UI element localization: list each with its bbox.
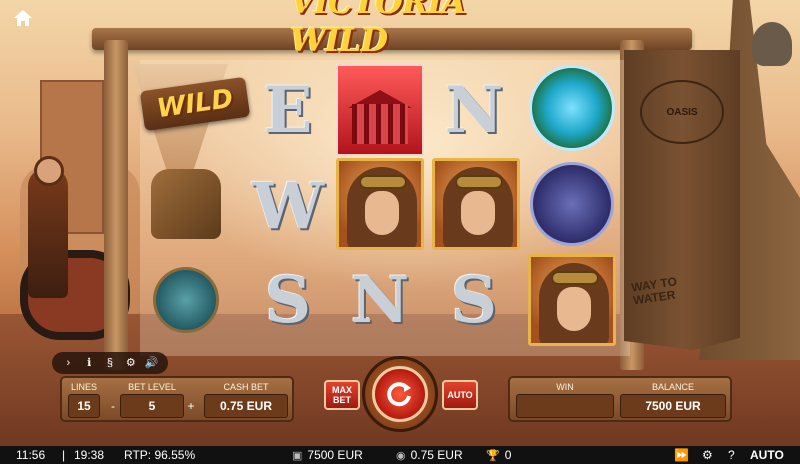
reel-cell [526, 158, 618, 250]
status-wins-value: 0 [504, 448, 512, 462]
reel-cell [526, 62, 618, 154]
rider-head [34, 156, 64, 186]
reel-cell [140, 158, 232, 250]
balance-label: BALANCE [651, 382, 695, 392]
settings-status-icon[interactable]: ⚙ [702, 446, 713, 464]
reel-cell: N [334, 254, 426, 346]
reel-cell: S [242, 254, 334, 346]
lines-label: LINES [70, 382, 97, 392]
status-balance-value: 7500 EUR [307, 448, 363, 462]
reel-cell [430, 158, 522, 250]
bet-minus-button[interactable]: - [106, 394, 120, 418]
rtp: RTP: 96.55% [124, 448, 196, 462]
balance-value: 7500 EUR [620, 394, 726, 418]
bet-level-value: 5 [120, 394, 184, 418]
reel-cell [334, 158, 426, 250]
reel-cell: S [428, 254, 520, 346]
symbol-letter-e: E [263, 72, 313, 148]
auto-button[interactable]: AUTO [442, 380, 478, 410]
reel-cell [140, 254, 232, 346]
banner-oasis-label: OASIS [640, 80, 724, 144]
max-bet-button[interactable]: MAX BET [324, 380, 360, 410]
settings-icon[interactable]: ⚙ [124, 356, 138, 370]
reel-cell [526, 254, 618, 346]
trophy-icon: 🏆 [486, 449, 500, 462]
wild-label: WILD [155, 83, 235, 125]
symbol-letter-w: W [252, 168, 324, 244]
reel-cell [334, 64, 426, 156]
menu-strip: › ℹ § ⚙ 🔊 [52, 352, 168, 374]
spin-button[interactable] [372, 366, 428, 422]
status-bar: 11:56 | 19:38 RTP: 96.55% ▣ 7500 EUR ◉ 0… [0, 446, 800, 464]
reel-cell: E [242, 64, 334, 156]
oasis-icon [529, 65, 615, 151]
flask-icon [153, 267, 219, 333]
cash-bet-value: 0.75 EUR [204, 394, 288, 418]
symbol-letter-n: N [444, 72, 504, 148]
session-time: 19:38 [74, 448, 105, 462]
sound-icon[interactable]: 🔊 [145, 356, 159, 370]
reel-cell: W [242, 160, 334, 252]
symbol-letter-n: N [350, 262, 410, 338]
bet-plus-button[interactable]: + [184, 394, 198, 418]
help-button[interactable]: ? [728, 446, 735, 464]
status-wins: 🏆 0 [486, 446, 511, 464]
speed-icon[interactable]: ⏩ [674, 446, 689, 464]
coins-icon: ◉ [396, 449, 406, 462]
win-balance-panel: WIN BALANCE 7500 EUR [508, 376, 732, 422]
vulture [752, 22, 792, 66]
session-divider: | [62, 448, 66, 462]
bet-level-label: BET LEVEL [128, 382, 176, 392]
reel-cell: N [428, 64, 520, 156]
bet-panel: LINES 15 BET LEVEL - 5 + CASH BET 0.75 E… [60, 376, 294, 422]
status-bet: ◉ 0.75 EUR [396, 446, 463, 464]
win-value [516, 394, 614, 418]
explorer-woman-icon [336, 158, 424, 250]
symbol-letter-s: S [264, 262, 312, 338]
info-icon[interactable]: ℹ [82, 356, 96, 370]
lines-value[interactable]: 15 [68, 394, 100, 418]
win-label: WIN [556, 382, 574, 392]
spin-button-ring [362, 356, 438, 432]
status-balance: ▣ 7500 EUR [292, 446, 363, 464]
game-stage: VICTORIA WILD WILD E W S N N S OASIS WAY… [0, 0, 800, 464]
wallet-icon: ▣ [292, 449, 303, 462]
expand-menu-icon[interactable]: › [61, 356, 75, 370]
game-logo: VICTORIA WILD [290, 0, 466, 59]
cash-bet-label: CASH BET [223, 382, 269, 392]
symbol-letter-s: S [450, 262, 498, 338]
clock: 11:56 [16, 448, 46, 462]
boots-icon [151, 169, 221, 239]
temple-icon [336, 64, 424, 156]
auto-status-button[interactable]: AUTO [750, 446, 784, 464]
explorer-woman-icon [432, 158, 520, 250]
rider-body [28, 168, 68, 298]
home-icon[interactable] [12, 8, 34, 28]
revolver-icon [530, 162, 614, 246]
spin-icon [387, 382, 411, 407]
explorer-woman-icon [528, 254, 616, 346]
status-bet-value: 0.75 EUR [410, 448, 463, 462]
paytable-icon[interactable]: § [103, 356, 117, 370]
